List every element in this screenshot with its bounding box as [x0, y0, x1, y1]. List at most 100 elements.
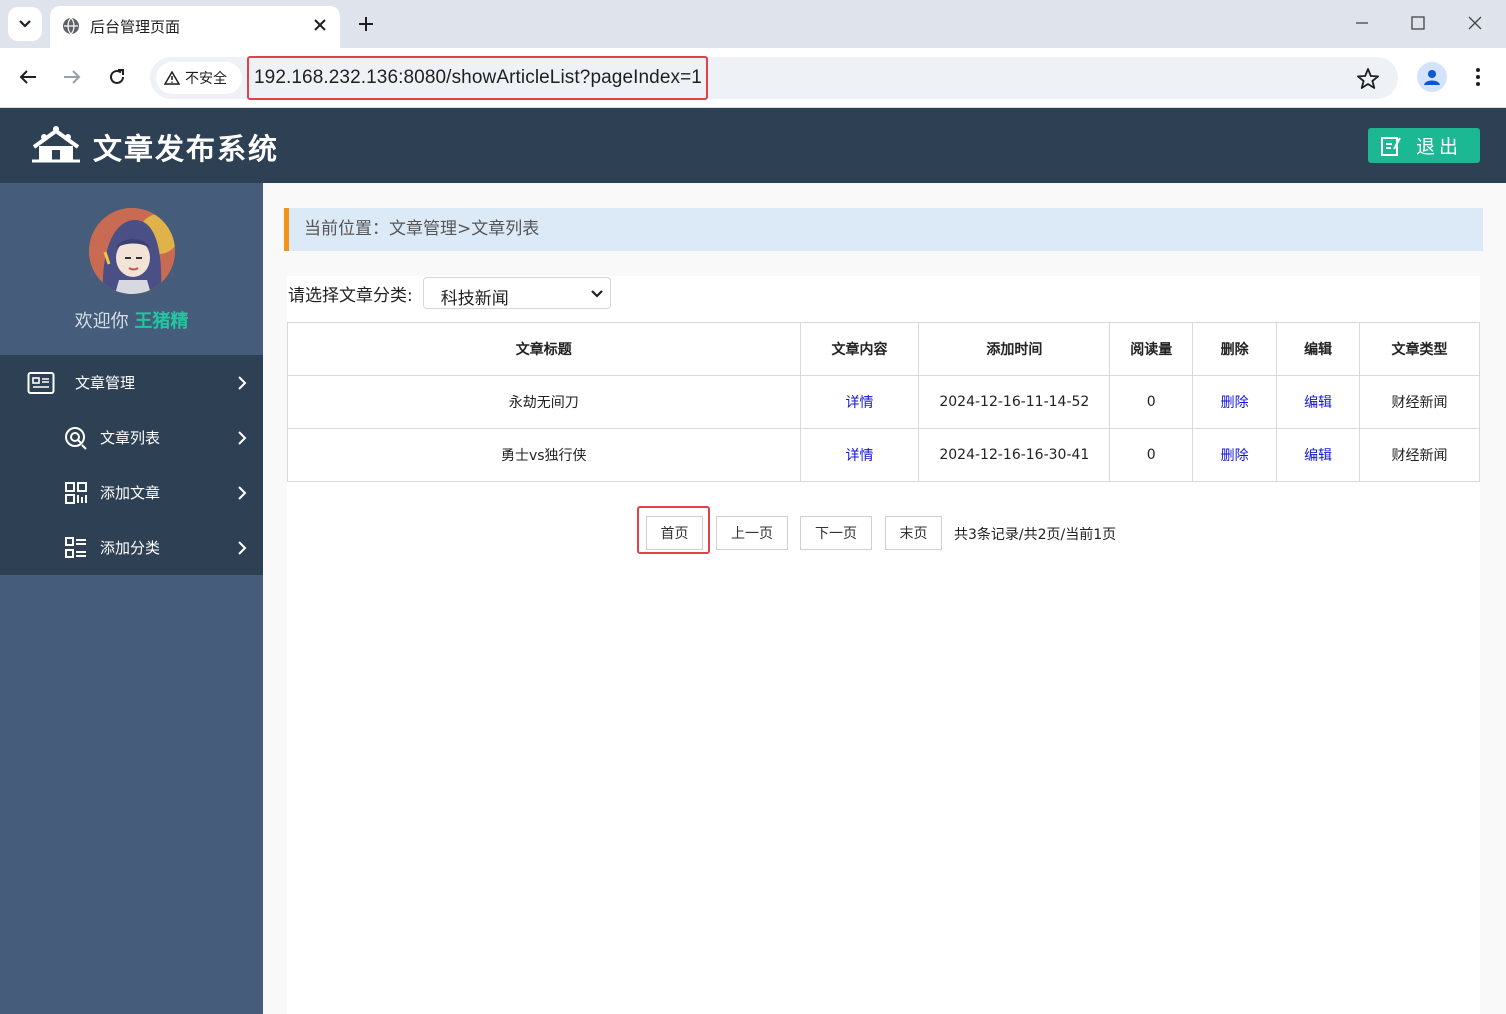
globe-icon	[63, 17, 79, 35]
chevron-right-icon	[238, 376, 247, 390]
pagination: 首页 上一页 下一页 末页 共3条记录/共2页/当前1页	[287, 506, 1480, 566]
sidebar-item-add-article[interactable]: 添加文章	[0, 465, 263, 520]
column-header: 文章类型	[1359, 322, 1480, 376]
username: 王猪精	[134, 311, 189, 332]
avatar-illustration	[89, 208, 175, 294]
app-header: 文章发布系统 退出	[0, 108, 1506, 183]
arrow-left-icon	[19, 70, 36, 84]
logout-label: 退出	[1416, 136, 1463, 158]
reload-icon	[110, 69, 124, 84]
column-header: 文章内容	[799, 322, 920, 376]
chevron-down-icon	[590, 290, 603, 298]
views-cell: 0	[1109, 428, 1194, 482]
security-chip[interactable]: 不安全	[156, 62, 242, 94]
article-table: 文章标题 文章内容 添加时间 阅读量 删除 编辑 文章类型 永劫无间刀 详情 2…	[287, 322, 1480, 482]
close-icon	[314, 19, 326, 31]
main-content: 当前位置：文章管理>文章列表 请选择文章分类: 科技新闻 文章标题 文章内容 添…	[263, 183, 1506, 1014]
bookmark-star-icon[interactable]	[1355, 66, 1381, 92]
sidebar-item-label: 文章列表	[100, 429, 161, 447]
added-time-cell: 2024-12-16-11-14-52	[918, 375, 1111, 429]
sidebar-item-add-category[interactable]: 添加分类	[0, 520, 263, 575]
sidebar-item-label: 文章管理	[75, 374, 136, 392]
more-vert-icon	[1476, 68, 1480, 86]
address-bar[interactable]: 不安全 192.168.232.136:8080/showArticleList…	[150, 56, 1398, 100]
arrow-right-icon	[64, 70, 81, 84]
sidebar-item-label: 添加文章	[100, 484, 161, 502]
article-panel: 请选择文章分类: 科技新闻 文章标题 文章内容 添加时间 阅读量 删除 编辑 文…	[287, 276, 1480, 1014]
tab-close-button[interactable]	[310, 15, 330, 35]
profile-button[interactable]	[1417, 62, 1447, 92]
maximize-button[interactable]	[1405, 10, 1431, 36]
plus-icon	[359, 17, 373, 31]
column-header: 添加时间	[918, 322, 1111, 376]
category-label: 请选择文章分类:	[288, 285, 413, 306]
added-time-cell: 2024-12-16-16-30-41	[918, 428, 1111, 482]
url-highlight: 192.168.232.136:8080/showArticleList?pag…	[247, 56, 708, 100]
sidebar-menu: 文章管理 文章列表 添加文章 添加分类	[0, 355, 263, 575]
welcome-text: 欢迎你 王猪精	[0, 307, 263, 333]
chevron-down-icon	[19, 20, 31, 28]
browser-tabstrip: 后台管理页面	[0, 0, 1506, 48]
tab-search-button[interactable]	[8, 7, 42, 41]
grid-add-icon	[65, 482, 87, 504]
pagination-info: 共3条记录/共2页/当前1页	[954, 527, 1117, 543]
edit-link[interactable]: 编辑	[1304, 395, 1332, 411]
logout-button[interactable]: 退出	[1368, 128, 1480, 163]
details-link[interactable]: 详情	[845, 448, 873, 464]
sidebar: 欢迎你 王猪精 文章管理 文章列表 添加文章 添加分类	[0, 183, 263, 1014]
avatar	[89, 208, 175, 294]
search-list-icon	[65, 427, 87, 450]
article-type-cell: 财经新闻	[1359, 428, 1480, 482]
details-link[interactable]: 详情	[845, 395, 873, 411]
minimize-button[interactable]	[1349, 10, 1375, 36]
chevron-right-icon	[238, 431, 247, 445]
column-header: 编辑	[1276, 322, 1361, 376]
browser-tab[interactable]: 后台管理页面	[50, 6, 340, 48]
delete-link[interactable]: 删除	[1221, 395, 1249, 411]
breadcrumb: 当前位置：文章管理>文章列表	[284, 208, 1483, 251]
close-window-button[interactable]	[1462, 10, 1488, 36]
views-cell: 0	[1109, 375, 1194, 429]
forward-button[interactable]	[57, 62, 87, 92]
sidebar-item-label: 添加分类	[100, 539, 161, 557]
warning-icon	[164, 71, 180, 85]
first-page-button[interactable]: 首页	[646, 516, 703, 550]
browser-toolbar: 不安全 192.168.232.136:8080/showArticleList…	[0, 48, 1506, 108]
table-header-row: 文章标题 文章内容 添加时间 阅读量 删除 编辑 文章类型	[287, 322, 1480, 376]
house-logo-icon	[32, 126, 80, 163]
delete-link[interactable]: 删除	[1221, 448, 1249, 464]
column-header: 文章标题	[287, 322, 801, 376]
chevron-right-icon	[238, 486, 247, 500]
sidebar-item-article-list[interactable]: 文章列表	[0, 410, 263, 465]
edit-note-icon	[1381, 136, 1401, 156]
edit-link[interactable]: 编辑	[1304, 448, 1332, 464]
column-header: 删除	[1192, 322, 1278, 376]
prev-page-button[interactable]: 上一页	[716, 516, 788, 550]
category-select[interactable]: 科技新闻	[422, 277, 611, 309]
article-type-cell: 财经新闻	[1359, 375, 1480, 429]
category-list-icon	[65, 537, 86, 558]
reload-button[interactable]	[102, 62, 132, 92]
url-text[interactable]: 192.168.232.136:8080/showArticleList?pag…	[254, 67, 702, 89]
article-title-cell: 永劫无间刀	[287, 375, 801, 429]
person-icon	[1424, 70, 1440, 85]
close-icon	[1468, 16, 1482, 30]
next-page-button[interactable]: 下一页	[800, 516, 872, 550]
article-title-cell: 勇士vs独行侠	[287, 428, 801, 482]
tab-title: 后台管理页面	[90, 18, 181, 36]
sidebar-item-article-management[interactable]: 文章管理	[0, 355, 263, 410]
column-header: 阅读量	[1109, 322, 1194, 376]
back-button[interactable]	[13, 62, 43, 92]
browser-menu-button[interactable]	[1466, 62, 1490, 92]
welcome-prefix: 欢迎你	[74, 311, 135, 332]
security-label: 不安全	[185, 71, 227, 87]
article-card-icon	[27, 372, 55, 394]
table-row: 勇士vs独行侠 详情 2024-12-16-16-30-41 0 删除 编辑 财…	[287, 428, 1480, 482]
app-title: 文章发布系统	[93, 132, 280, 166]
new-tab-button[interactable]	[352, 10, 380, 38]
table-row: 永劫无间刀 详情 2024-12-16-11-14-52 0 删除 编辑 财经新…	[287, 375, 1480, 429]
category-selected-value: 科技新闻	[440, 289, 509, 309]
last-page-button[interactable]: 末页	[885, 516, 942, 550]
category-filter: 请选择文章分类: 科技新闻	[288, 277, 611, 309]
maximize-icon	[1411, 16, 1425, 30]
